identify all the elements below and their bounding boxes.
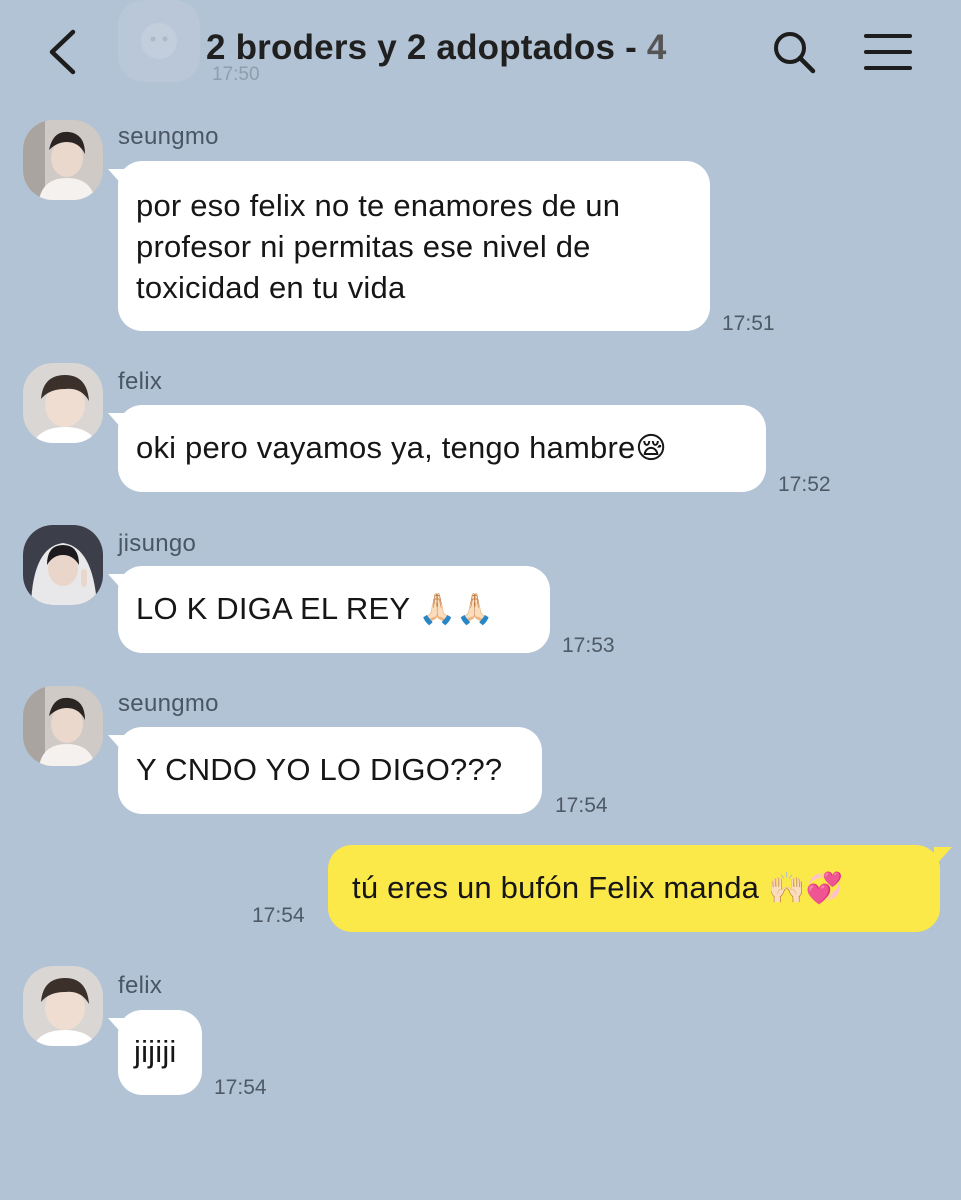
chat-header: 17:50 2 broders y 2 adoptados - 4 — [0, 0, 961, 105]
message-bubble[interactable]: por eso felix no te enamores de un profe… — [108, 161, 710, 331]
message-time: 17:51 — [722, 312, 775, 335]
message-text: Y CNDO YO LO DIGO??? — [136, 752, 503, 787]
message-text: LO K DIGA EL REY — [136, 591, 410, 626]
message-time: 17:53 — [562, 634, 615, 657]
folded-hands-emoji: 🙏🏻🙏🏻 — [418, 592, 494, 627]
avatar-jisungo[interactable] — [23, 525, 103, 605]
message-time: 17:54 — [555, 794, 608, 817]
sender-name: seungmo — [118, 690, 219, 717]
search-button[interactable] — [768, 26, 820, 78]
message-text: jijiji — [134, 1034, 177, 1069]
menu-button[interactable] — [860, 28, 916, 76]
raising-hands-heart-emoji: 🙌🏻💞 — [767, 871, 844, 906]
sender-name: seungmo — [118, 123, 219, 150]
back-button[interactable] — [40, 26, 84, 78]
chevron-left-icon — [49, 29, 76, 75]
message-bubble[interactable]: Y CNDO YO LO DIGO??? — [108, 727, 542, 814]
search-icon — [774, 32, 816, 74]
message-time: 17:54 — [252, 904, 305, 927]
message-text: tú eres un bufón Felix manda — [352, 870, 760, 905]
message-time: 17:54 — [214, 1076, 267, 1099]
message-bubble[interactable]: LO K DIGA EL REY 🙏🏻🙏🏻 — [108, 566, 550, 653]
sender-name: jisungo — [118, 530, 197, 557]
sender-name: felix — [118, 972, 163, 999]
avatar-seungmo[interactable] — [23, 120, 103, 200]
message-bubble[interactable]: jijiji — [108, 1010, 202, 1095]
avatar-seungmo[interactable] — [23, 686, 103, 766]
avatar-felix[interactable] — [23, 966, 103, 1046]
member-count: 4 — [646, 28, 667, 67]
sleepy-face-emoji: 😪 — [635, 431, 667, 466]
message-text: por eso felix no te enamores de un profe… — [136, 188, 621, 305]
chat-title-text: 2 broders y 2 adoptados - — [206, 28, 637, 67]
chat-title[interactable]: 2 broders y 2 adoptados - 4 — [206, 28, 667, 68]
sender-name: felix — [118, 368, 163, 395]
previous-message-avatar — [118, 0, 200, 82]
avatar-felix[interactable] — [23, 363, 103, 443]
hamburger-menu-icon — [864, 34, 912, 38]
message-time: 17:52 — [778, 473, 831, 496]
message-bubble[interactable]: oki pero vayamos ya, tengo hambre😪 — [108, 405, 766, 492]
message-bubble-mine[interactable]: tú eres un bufón Felix manda 🙌🏻💞 — [328, 845, 952, 932]
message-text: oki pero vayamos ya, tengo hambre — [136, 430, 636, 465]
